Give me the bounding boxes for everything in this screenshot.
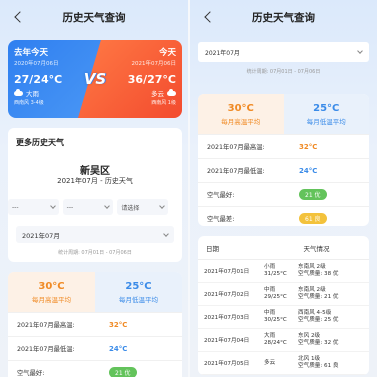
- region-selects: --- --- 请选择: [8, 199, 169, 215]
- max-high-row: 2021年07月最高温: 32°C: [8, 312, 182, 336]
- month-select[interactable]: 2021年07月: [198, 42, 369, 62]
- rain-cloud-icon: [14, 88, 23, 96]
- stat-period: 统计周期: 07月01日 - 07月06日: [246, 69, 321, 75]
- left-screen: 历史天气查询 去年今天 2020年07月06日 27/24°C 大雨 西南风 3…: [0, 0, 188, 377]
- chevron-down-icon: [104, 203, 111, 209]
- province-select[interactable]: ---: [8, 199, 59, 215]
- low-avg-label: 每月低温平均: [119, 295, 158, 304]
- weather-compare: 去年今天 2020年07月06日 27/24°C 大雨 西南风 3-4级 今天 …: [8, 40, 182, 118]
- history-subtitle: 2021年07月 - 历史天气: [57, 177, 133, 185]
- right-screen: 历史天气查询 2021年07月 统计周期: 07月01日 - 07月06日 30…: [190, 0, 377, 377]
- low-avg-value: 25°C: [125, 280, 152, 292]
- table-header: 日期 天气情况: [198, 236, 369, 260]
- min-low-row: 2021年07月最低温: 24°C: [8, 336, 182, 360]
- monthly-stats-left: 30°C 每月高温平均 25°C 每月低温平均 2021年07月最高温: 32°…: [8, 272, 182, 377]
- table-row: 2021年07月05日 多云 北风 1级 空气质量: 61 良: [198, 352, 369, 375]
- best-air-row: 空气最好: 21 优: [8, 360, 182, 377]
- high-avg-label: 每月高温平均: [32, 295, 71, 304]
- high-avg-label: 每月高温平均: [221, 117, 261, 126]
- cloudy-icon: [167, 88, 176, 96]
- high-avg-value: 30°C: [227, 102, 254, 114]
- high-avg-value: 30°C: [38, 280, 65, 292]
- city-select[interactable]: ---: [62, 199, 114, 215]
- daily-weather-table: 日期 天气情况 2021年07月01日 小雨 31/25°C 东南风 2级 空气质量…: [198, 236, 369, 375]
- vs-badge: VS: [83, 70, 107, 88]
- nav-bar: 历史天气查询: [190, 0, 377, 34]
- max-high-row: 2021年07月最高温: 32°C: [198, 134, 369, 158]
- worst-air-row: 空气最差: 61 良: [198, 206, 369, 226]
- low-avg-value: 25°C: [313, 102, 340, 114]
- best-air-row: 空气最好: 21 优: [198, 182, 369, 206]
- min-low-row: 2021年07月最低温: 24°C: [198, 158, 369, 182]
- page-title: 历史天气查询: [252, 11, 315, 24]
- app-stage: 历史天气查询 去年今天 2020年07月06日 27/24°C 大雨 西南风 3…: [0, 0, 377, 377]
- table-row: 2021年07月04日 大雨 28/24°C 东风 2级 空气质量: 32 优: [198, 329, 369, 352]
- chevron-down-icon: [357, 48, 363, 54]
- more-history-title: 更多历史天气: [16, 138, 64, 147]
- chevron-down-icon: [49, 203, 56, 209]
- last-year-title: 去年今天: [14, 48, 49, 58]
- today-date: 2021年07月06日: [131, 61, 177, 67]
- low-avg-label: 每月低温平均: [306, 117, 346, 126]
- chevron-down-icon: [159, 203, 165, 209]
- district-select[interactable]: 请选择: [117, 199, 169, 215]
- last-year-date: 2020年07月06日: [14, 61, 59, 67]
- district-name: 新吴区: [80, 166, 110, 177]
- last-year-weather: 大雨: [26, 90, 39, 98]
- today-wind: 西南风 1级: [151, 100, 176, 106]
- page-title: 历史天气查询: [62, 11, 126, 24]
- today-weather: 多云: [151, 90, 164, 98]
- stat-period: 统计周期: 07月01日 - 07月06日: [58, 250, 132, 256]
- back-arrow-icon[interactable]: [10, 9, 26, 25]
- month-select[interactable]: 2021年07月: [16, 226, 174, 243]
- chevron-down-icon: [163, 230, 169, 237]
- table-row: 2021年07月02日 中雨 29/25°C 东南风 2级 空气质量: 21 优: [198, 283, 369, 306]
- nav-bar: 历史天气查询: [0, 0, 188, 34]
- monthly-stats-right: 30°C 每月高温平均 25°C 每月低温平均 2021年07月最高温: 32°…: [198, 94, 369, 226]
- table-row: 2021年07月01日 小雨 31/25°C 东南风 2级 空气质量: 38 优: [198, 260, 369, 283]
- back-arrow-icon[interactable]: [200, 9, 216, 25]
- table-row: 2021年07月03日 中雨 30/25°C 西南风 4-5级 空气质量: 25 优: [198, 306, 369, 329]
